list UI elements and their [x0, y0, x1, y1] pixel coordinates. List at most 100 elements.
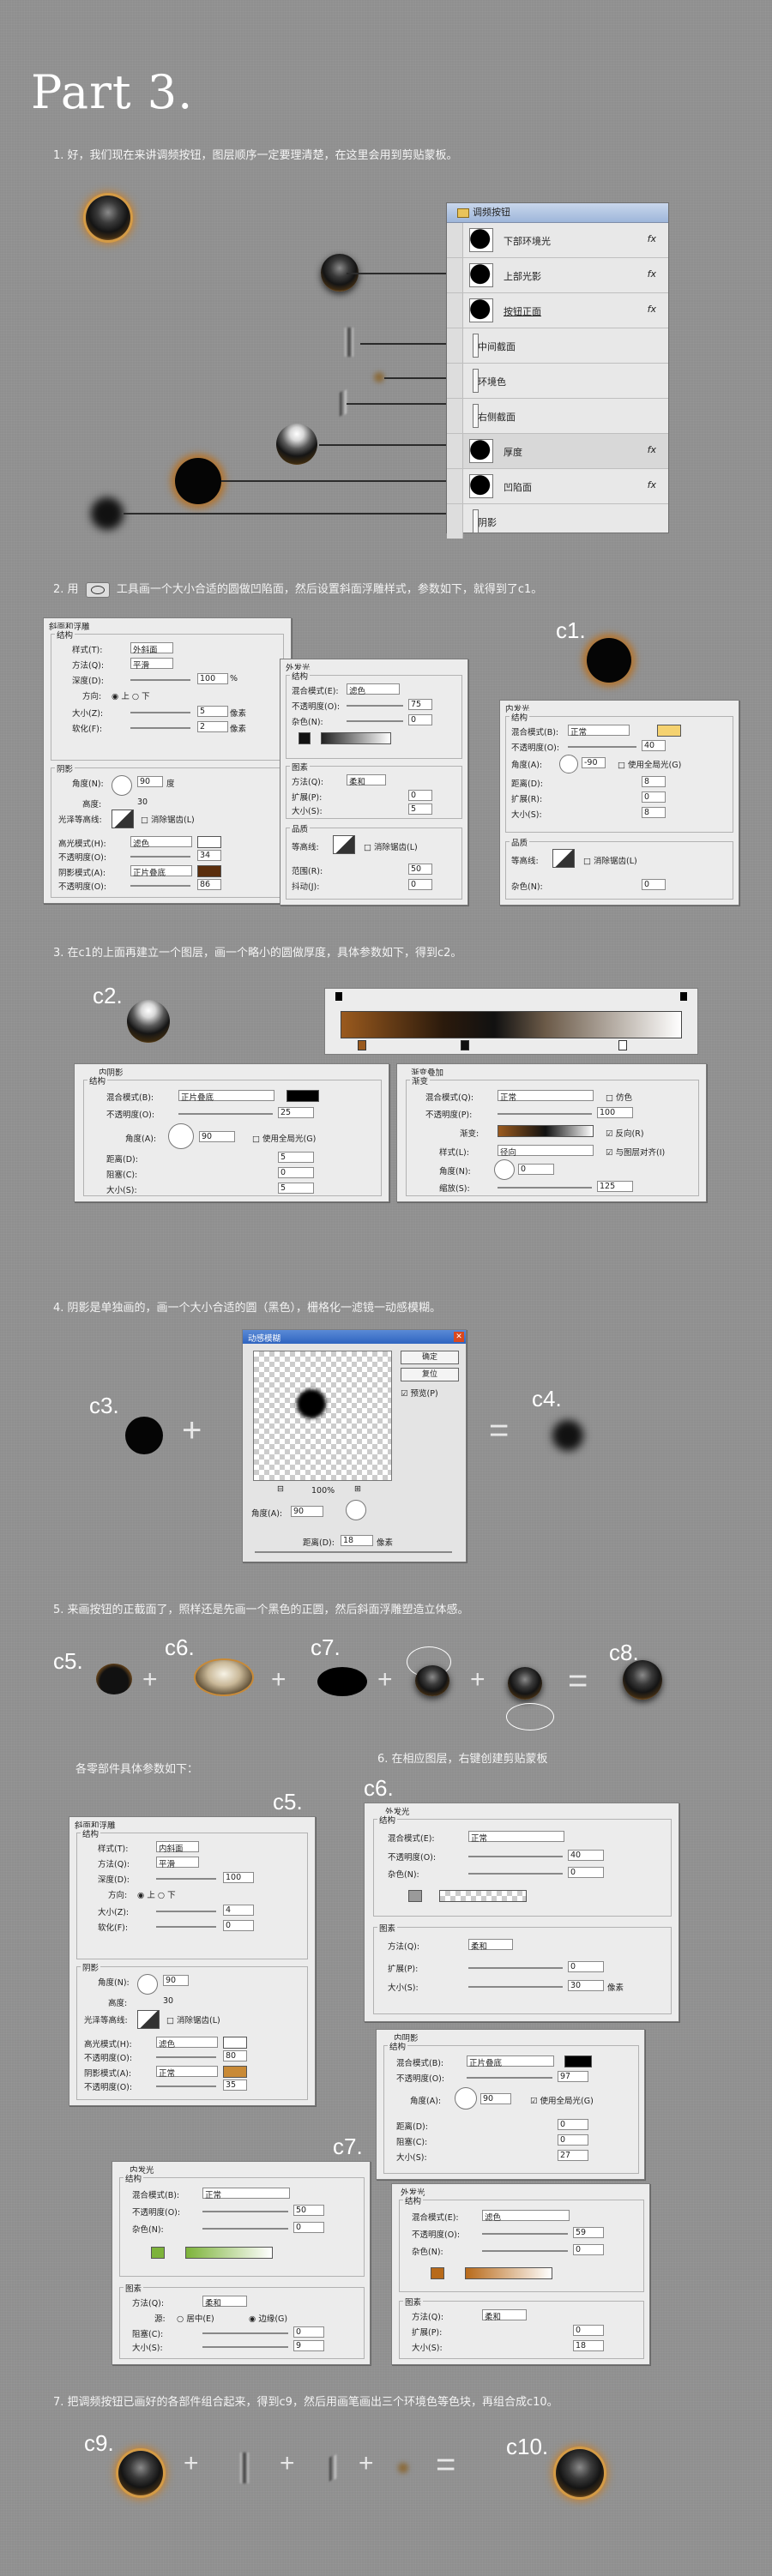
size-input[interactable]: 27 — [560, 2151, 570, 2160]
shadow-opacity-input[interactable]: 35 — [226, 2080, 236, 2090]
distance-input[interactable]: 18 — [343, 1536, 353, 1545]
fx-icon[interactable]: fx — [648, 479, 656, 491]
layer-row[interactable]: 阴影 — [447, 504, 668, 539]
highlight-opacity-input[interactable]: 80 — [226, 2051, 236, 2061]
fx-icon[interactable]: fx — [648, 268, 656, 280]
shadow-color-swatch[interactable] — [223, 2066, 247, 2078]
antialias-checkbox[interactable]: 消除锯齿(L) — [374, 843, 418, 852]
dir-down-radio[interactable]: 下 — [167, 1891, 176, 1900]
fx-icon[interactable]: fx — [648, 233, 656, 244]
glow-gradient-picker[interactable] — [465, 2267, 552, 2279]
contour-picker[interactable] — [552, 849, 575, 868]
angle-input[interactable]: 90 — [140, 777, 150, 786]
glow-color-swatch[interactable] — [408, 1890, 422, 1902]
glow-color-swatch[interactable] — [657, 725, 681, 737]
angle-input[interactable]: 0 — [521, 1165, 526, 1174]
size-input[interactable]: 18 — [576, 2341, 586, 2350]
contour-picker[interactable] — [112, 810, 134, 828]
highlight-mode-select[interactable]: 滤色 — [159, 2037, 175, 2049]
shadow-color-swatch[interactable] — [564, 2055, 592, 2067]
angle-input[interactable]: 90 — [483, 2094, 493, 2104]
blend-mode-select[interactable]: 正片叠底 — [181, 1091, 214, 1103]
layer-row[interactable]: 上部光影 fx — [447, 258, 668, 293]
blend-mode-select[interactable]: 正常 — [500, 1091, 516, 1103]
spread-input[interactable]: 0 — [411, 791, 416, 800]
angle-dial[interactable] — [137, 1974, 158, 1995]
reset-button[interactable]: 复位 — [401, 1368, 459, 1381]
depth-input[interactable]: 100 — [226, 1873, 241, 1882]
blend-mode-select[interactable]: 正常 — [205, 2188, 221, 2200]
layer-row[interactable]: 厚度 fx — [447, 434, 668, 469]
opacity-input[interactable]: 25 — [280, 1108, 291, 1117]
angle-dial[interactable] — [346, 1500, 366, 1520]
antialias-checkbox[interactable]: 消除锯齿(L) — [151, 816, 195, 825]
opacity-input[interactable]: 40 — [644, 741, 654, 750]
style-select[interactable]: 外斜面 — [133, 643, 158, 655]
size-input[interactable]: 8 — [644, 808, 649, 817]
distance-input[interactable]: 5 — [280, 1153, 286, 1162]
blend-mode-select[interactable]: 正常 — [471, 1832, 487, 1844]
choke-input[interactable]: 0 — [296, 2327, 301, 2337]
dir-up-radio[interactable]: 上 — [147, 1891, 155, 1900]
glow-gradient-picker[interactable] — [321, 732, 391, 744]
global-light-checkbox[interactable]: 使用全局光(G) — [262, 1135, 316, 1144]
glow-color-swatch[interactable] — [151, 2247, 165, 2259]
shadow-color-swatch[interactable] — [286, 1090, 319, 1102]
ok-button[interactable]: 确定 — [401, 1351, 459, 1364]
gradient-preview-bar[interactable] — [341, 1011, 682, 1038]
noise-input[interactable]: 0 — [644, 880, 649, 889]
blend-mode-select[interactable]: 正常 — [570, 725, 587, 737]
altitude-value[interactable]: 30 — [163, 1996, 173, 2006]
shadow-mode-select[interactable]: 正常 — [159, 2067, 175, 2079]
blend-mode-select[interactable]: 滤色 — [349, 684, 365, 696]
blend-mode-select[interactable]: 正片叠底 — [469, 2056, 502, 2068]
dir-up-radio[interactable]: 上 — [121, 692, 130, 701]
noise-input[interactable]: 0 — [576, 2245, 581, 2254]
antialias-checkbox[interactable]: 消除锯齿(L) — [594, 857, 637, 866]
angle-input[interactable]: 90 — [293, 1507, 304, 1516]
global-light-checkbox[interactable]: 使用全局光(G) — [628, 761, 681, 770]
source-center-radio[interactable]: 居中(E) — [186, 2314, 214, 2324]
opacity-input[interactable]: 50 — [296, 2206, 306, 2215]
dither-checkbox[interactable]: 仿色 — [616, 1093, 632, 1103]
layer-row[interactable]: 按钮正面 fx — [447, 293, 668, 328]
glow-gradient-picker[interactable] — [439, 1890, 527, 1902]
size-input[interactable]: 5 — [200, 707, 205, 716]
blur-preview[interactable] — [253, 1351, 392, 1481]
angle-dial[interactable] — [455, 2087, 477, 2110]
jitter-input[interactable]: 0 — [411, 880, 416, 889]
color-stop[interactable] — [461, 1040, 469, 1050]
layer-row[interactable]: 下部环境光 fx — [447, 223, 668, 258]
glow-color-swatch[interactable] — [431, 2267, 444, 2279]
spread-input[interactable]: 0 — [576, 2326, 581, 2335]
antialias-checkbox[interactable]: 消除锯齿(L) — [177, 2016, 220, 2025]
close-icon[interactable]: ✕ — [454, 1332, 464, 1342]
fx-icon[interactable]: fx — [648, 304, 656, 315]
shadow-color-swatch[interactable] — [197, 865, 221, 877]
angle-input[interactable]: -90 — [584, 758, 598, 767]
color-stop[interactable] — [618, 1040, 627, 1050]
shadow-opacity-input[interactable]: 86 — [200, 880, 210, 889]
soften-input[interactable]: 0 — [226, 1921, 231, 1930]
scale-input[interactable]: 125 — [600, 1182, 615, 1191]
size-input[interactable]: 30 — [570, 1981, 581, 1990]
zoom-out-icon[interactable]: ⊟ — [277, 1484, 284, 1494]
technique-select[interactable]: 柔和 — [349, 775, 365, 787]
opacity-input[interactable]: 40 — [570, 1851, 581, 1860]
choke-input[interactable]: 0 — [560, 2135, 565, 2145]
size-input[interactable]: 5 — [280, 1183, 286, 1193]
distance-input[interactable]: 0 — [560, 2120, 565, 2129]
distance-input[interactable]: 8 — [644, 777, 649, 786]
angle-input[interactable]: 90 — [202, 1132, 212, 1141]
angle-dial[interactable] — [168, 1123, 194, 1149]
gradient-style-select[interactable]: 径向 — [500, 1146, 516, 1158]
source-edge-radio[interactable]: 边缘(G) — [258, 2314, 287, 2324]
noise-input[interactable]: 0 — [296, 2223, 301, 2232]
altitude-value[interactable]: 30 — [137, 797, 148, 807]
opacity-stop-left[interactable] — [335, 992, 342, 1001]
reverse-checkbox[interactable]: 反向(R) — [616, 1129, 644, 1139]
size-input[interactable]: 4 — [226, 1905, 231, 1915]
color-stop[interactable] — [358, 1040, 366, 1050]
depth-input[interactable]: 100 — [200, 674, 215, 683]
blend-mode-select[interactable]: 滤色 — [485, 2211, 501, 2223]
